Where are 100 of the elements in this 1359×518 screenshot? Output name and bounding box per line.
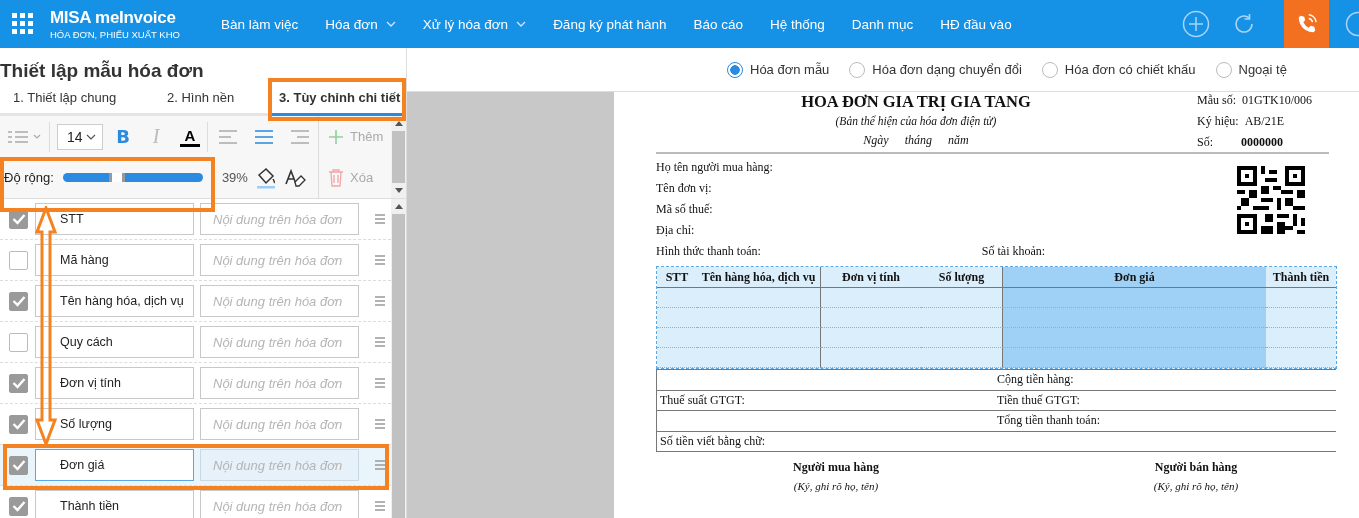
meta-value: 0000000 — [1241, 135, 1283, 150]
field-checkbox[interactable] — [9, 455, 28, 475]
font-size-value: 14 — [67, 128, 83, 145]
app-grid-icon[interactable] — [12, 13, 34, 35]
scrollbar-thumb[interactable] — [392, 214, 405, 518]
scrollbar-thumb[interactable] — [392, 131, 405, 183]
column-header[interactable]: Tên hàng hóa, dịch vụ — [697, 267, 821, 288]
column-header[interactable]: Đơn vị tính — [821, 267, 921, 288]
radio-button[interactable] — [849, 61, 866, 78]
panel-title: Thiết lập mẫu hóa đơn — [0, 60, 205, 82]
invoice-text-input[interactable]: Nội dung trên hóa đơn — [200, 490, 359, 518]
invoice-title: HOA ĐƠN GIA TRỊ GIA TANG — [801, 92, 1031, 112]
invoice-subtitle: (Bản thể hiện của hóa đơn điện tử) — [835, 115, 997, 127]
field-row[interactable]: STT Nội dung trên hóa đơn — [0, 199, 391, 240]
field-row[interactable]: Tên hàng hóa, dịch vụ Nội dung trên hóa đơn — [0, 281, 391, 322]
drag-handle-icon[interactable] — [375, 337, 385, 347]
check-icon — [11, 418, 26, 430]
drag-handle-icon[interactable] — [375, 296, 385, 306]
date-label: tháng — [904, 133, 932, 148]
scroll-up-icon[interactable] — [394, 121, 403, 126]
step-tab[interactable]: 2. Hình nền — [167, 90, 270, 116]
field-name-input[interactable]: Số lượng — [35, 408, 194, 440]
field-checkbox[interactable] — [9, 414, 28, 434]
field-row[interactable]: Số lượng Nội dung trên hóa đơn — [0, 404, 391, 445]
invoice-text-input[interactable]: Nội dung trên hóa đơn — [200, 408, 359, 440]
trash-icon[interactable] — [328, 168, 344, 187]
align-center-icon[interactable] — [254, 129, 274, 144]
field-row[interactable]: Thành tiền Nội dung trên hóa đơn — [0, 486, 391, 518]
scroll-down-icon[interactable] — [394, 188, 403, 193]
drag-handle-icon[interactable] — [375, 460, 385, 470]
chevron-down-icon — [86, 133, 96, 140]
field-checkbox[interactable] — [9, 332, 28, 352]
chevron-down-icon[interactable] — [516, 21, 527, 27]
chevron-down-icon[interactable] — [385, 21, 396, 27]
column-header[interactable]: Đơn giá — [1003, 267, 1266, 288]
radio-button[interactable] — [1041, 61, 1058, 78]
field-row[interactable]: Quy cách Nội dung trên hóa đơn — [0, 322, 391, 363]
app-logo-subtitle: HÓA ĐƠN, PHIẾU XUẤT KHO — [50, 29, 181, 40]
invoice-text-input[interactable]: Nội dung trên hóa đơn — [200, 326, 359, 358]
column-header[interactable]: STT — [657, 267, 697, 288]
toolbar-scrollbar[interactable] — [391, 116, 406, 198]
table-cell — [657, 288, 697, 308]
font-size-select[interactable]: 14 — [57, 123, 103, 150]
field-checkbox[interactable] — [9, 496, 28, 516]
radio-button[interactable] — [1215, 61, 1232, 78]
field-row[interactable]: Mã hàng Nội dung trên hóa đơn — [0, 240, 391, 281]
column-header[interactable]: Thành tiền — [1266, 267, 1336, 288]
plus-icon[interactable] — [328, 128, 344, 145]
invoice-text-input[interactable]: Nội dung trên hóa đơn — [200, 244, 359, 276]
invoice-text-input[interactable]: Nội dung trên hóa đơn — [200, 203, 359, 235]
list-style-icon[interactable] — [8, 129, 42, 144]
width-slider[interactable] — [62, 173, 203, 182]
radio-label[interactable]: Hóa đơn có chiết khấu — [1064, 62, 1196, 77]
radio-label[interactable]: Ngoại tệ — [1238, 62, 1287, 77]
step-tab[interactable]: 1. Thiết lập chung — [13, 90, 167, 116]
scroll-up-icon[interactable] — [394, 204, 403, 209]
fill-bucket-icon[interactable] — [254, 166, 277, 189]
drag-handle-icon[interactable] — [375, 501, 385, 511]
drag-handle-icon[interactable] — [375, 214, 385, 224]
field-checkbox[interactable] — [9, 291, 28, 311]
field-row[interactable]: Đơn vị tính Nội dung trên hóa đơn — [0, 363, 391, 404]
text-format-button[interactable]: A — [180, 126, 200, 147]
refresh-icon[interactable] — [1232, 12, 1256, 36]
field-checkbox[interactable] — [9, 250, 28, 270]
align-right-icon[interactable] — [289, 129, 309, 144]
drag-handle-icon[interactable] — [375, 378, 385, 388]
column-header[interactable]: Số lượng — [921, 267, 1003, 288]
field-name-input[interactable]: Đơn giá — [35, 449, 194, 481]
hotline-button[interactable] — [1284, 0, 1329, 48]
field-checkbox[interactable] — [9, 373, 28, 393]
meta-value: AB/21E — [1244, 114, 1284, 129]
table-cell — [1266, 288, 1336, 308]
check-icon — [11, 377, 26, 389]
add-icon[interactable] — [1182, 10, 1210, 38]
list-scrollbar[interactable] — [391, 199, 406, 518]
invoice-text-input[interactable]: Nội dung trên hóa đơn — [200, 367, 359, 399]
radio-button[interactable] — [727, 61, 743, 78]
radio-label[interactable]: Hóa đơn dạng chuyển đổi — [872, 62, 1022, 77]
clear-format-icon[interactable] — [283, 167, 306, 188]
drag-handle-icon[interactable] — [375, 255, 385, 265]
align-left-icon[interactable] — [219, 129, 239, 144]
radio-label[interactable]: Hóa đơn mẫu — [750, 62, 830, 77]
field-name-input[interactable]: Tên hàng hóa, dịch vụ — [35, 285, 194, 317]
field-name-input[interactable]: Thành tiền — [35, 490, 194, 518]
invoice-text-input[interactable]: Nội dung trên hóa đơn — [200, 285, 359, 317]
payment-label: Hình thức thanh toán: — [656, 244, 761, 259]
signature-note: (Ký, ghi rõ họ, tên) — [793, 480, 879, 492]
total-label: Thuế suất GTGT: — [660, 392, 745, 407]
signature-role: Người bán hàng — [1154, 460, 1238, 475]
account-label: Số tài khoản: — [981, 244, 1046, 259]
invoice-text-input[interactable]: Nội dung trên hóa đơn — [200, 449, 359, 481]
check-icon — [11, 459, 26, 471]
field-name-input[interactable]: Mã hàng — [35, 244, 194, 276]
field-name-input[interactable]: Quy cách — [35, 326, 194, 358]
signature-note: (Ký, ghi rõ họ, tên) — [1153, 480, 1239, 492]
slider-thumb[interactable] — [109, 173, 126, 182]
drag-handle-icon[interactable] — [375, 419, 385, 429]
field-name-input[interactable]: Đơn vị tính — [35, 367, 194, 399]
total-label: Tiền thuế GTGT: — [997, 392, 1080, 407]
buyer-field-label: Họ tên người mua hàng: — [656, 160, 774, 175]
